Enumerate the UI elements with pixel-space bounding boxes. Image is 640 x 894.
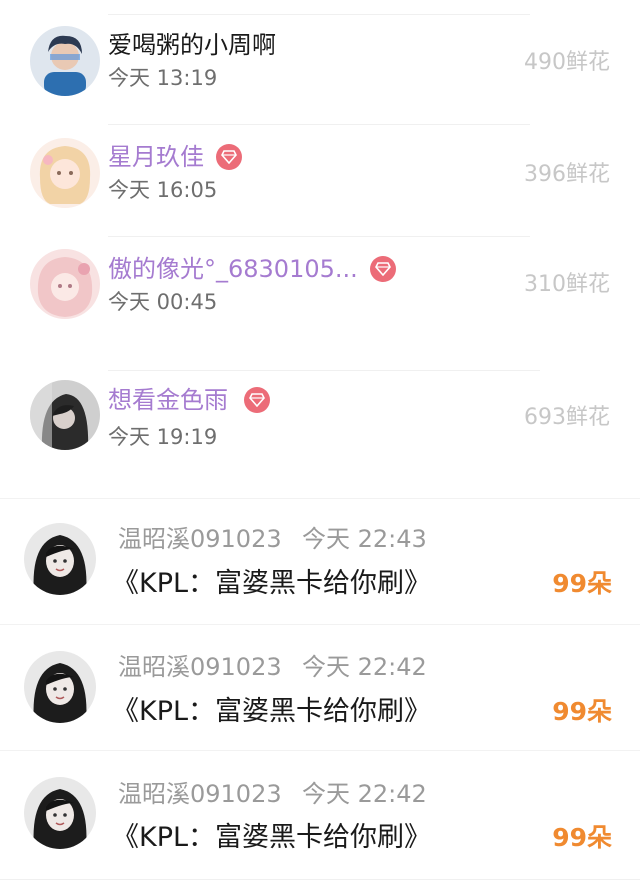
tip-amount: 99朵 — [552, 823, 612, 852]
divider — [108, 236, 530, 237]
user-name[interactable]: 温昭溪091023 — [118, 524, 282, 554]
work-title[interactable]: 《KPL：富婆黑卡给你刷》 — [112, 695, 431, 729]
divider — [108, 14, 530, 15]
tip-amount: 99朵 — [552, 569, 612, 598]
gift-time: 今天 13:19 — [108, 66, 218, 90]
vip-diamond-icon — [216, 144, 242, 170]
work-title[interactable]: 《KPL：富婆黑卡给你刷》 — [112, 821, 431, 855]
tip-row[interactable]: 温昭溪091023 今天 22:42 《KPL：富婆黑卡给你刷》 99朵 — [0, 624, 640, 751]
gift-time: 今天 19:19 — [108, 425, 218, 449]
gift-amount: 396鲜花 — [524, 162, 610, 187]
user-name[interactable]: 温昭溪091023 — [118, 779, 282, 809]
gift-row[interactable]: 想看金色雨 今天 19:19 693鲜花 — [0, 348, 640, 478]
user-name[interactable]: 想看金色雨 — [108, 385, 228, 415]
pink-anime-avatar-icon[interactable] — [30, 249, 100, 319]
anime-girl-avatar-icon[interactable] — [30, 138, 100, 208]
tip-row[interactable]: 温昭溪091023 今天 22:42 《KPL：富婆黑卡给你刷》 99朵 — [0, 750, 640, 894]
gift-amount: 310鲜花 — [524, 272, 610, 297]
gift-time: 今天 00:45 — [108, 290, 218, 314]
user-name[interactable]: 爱喝粥的小周啊 — [108, 30, 276, 60]
user-name[interactable]: 温昭溪091023 — [118, 652, 282, 682]
gift-row[interactable]: 傲的像光°_6830105... 今天 00:45 310鲜花 — [0, 224, 640, 348]
tip-time: 今天 22:42 — [302, 653, 427, 681]
divider — [0, 879, 640, 880]
vip-diamond-icon — [370, 256, 396, 282]
gift-amount: 693鲜花 — [524, 405, 610, 430]
boy-avatar-icon[interactable] — [30, 26, 100, 96]
bw-girl-avatar-icon[interactable] — [24, 777, 96, 849]
gift-amount: 490鲜花 — [524, 50, 610, 75]
tip-time: 今天 22:42 — [302, 780, 427, 808]
dark-girl-avatar-icon[interactable] — [30, 380, 100, 450]
divider — [108, 124, 530, 125]
work-title[interactable]: 《KPL：富婆黑卡给你刷》 — [112, 567, 431, 601]
divider — [108, 370, 540, 371]
tip-time: 今天 22:43 — [302, 525, 427, 553]
bw-girl-avatar-icon[interactable] — [24, 651, 96, 723]
bw-girl-avatar-icon[interactable] — [24, 523, 96, 595]
user-name[interactable]: 星月玖佳 — [108, 142, 204, 172]
gift-row[interactable]: 星月玖佳 今天 16:05 396鲜花 — [0, 112, 640, 224]
tip-amount: 99朵 — [552, 697, 612, 726]
gift-row[interactable]: 爱喝粥的小周啊 今天 13:19 490鲜花 — [0, 0, 640, 112]
user-name[interactable]: 傲的像光°_6830105... — [108, 254, 358, 284]
tip-row[interactable]: 温昭溪091023 今天 22:43 《KPL：富婆黑卡给你刷》 99朵 — [0, 498, 640, 625]
gift-time: 今天 16:05 — [108, 178, 218, 202]
vip-diamond-icon — [244, 387, 270, 413]
